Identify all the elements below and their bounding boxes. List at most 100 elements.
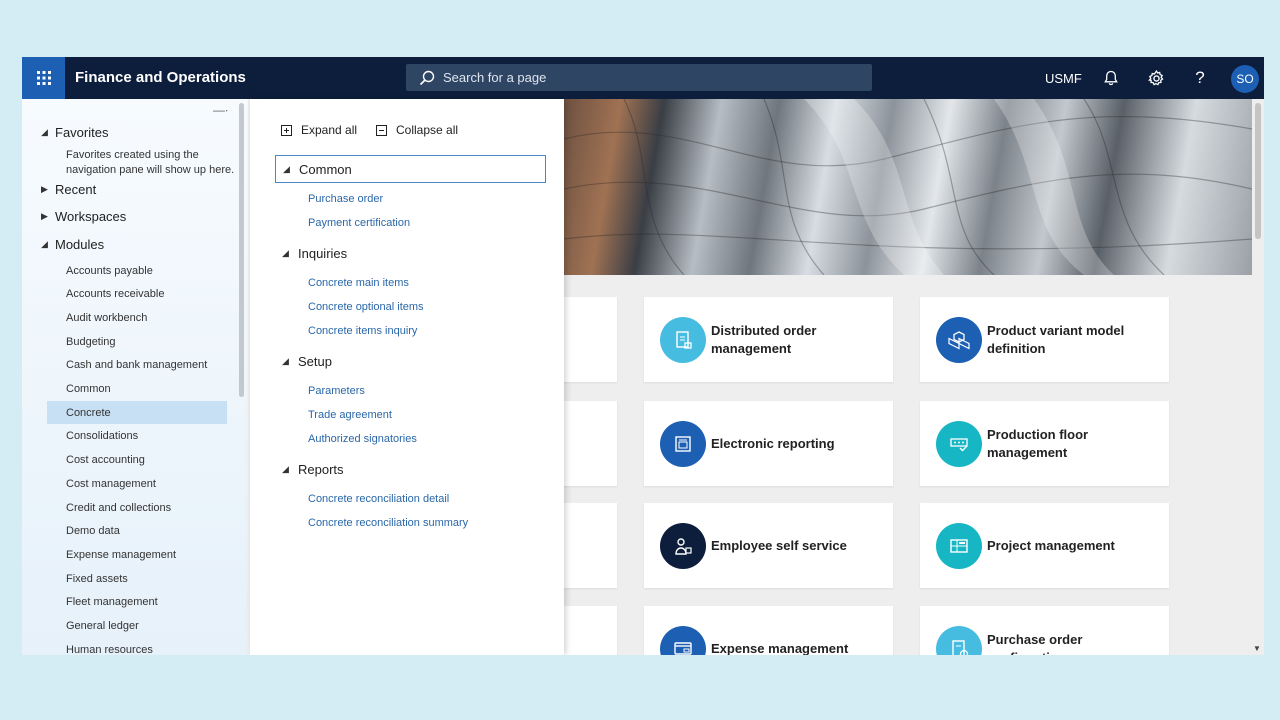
cubes-icon (936, 317, 982, 363)
nav-section-favorites[interactable]: ◢ Favorites (41, 125, 108, 140)
module-flyout-menu: Expand all Collapse all ◢ Common Purchase … (250, 99, 564, 655)
tile-label: Employee self service (711, 537, 847, 553)
module-item[interactable]: Cash and bank management (47, 354, 227, 377)
search-icon (419, 70, 435, 85)
workspace-tile[interactable]: Electronic reporting (644, 401, 893, 486)
pin-icon[interactable]: —∙ (213, 103, 228, 117)
hero-banner-image (564, 99, 1252, 275)
collapse-triangle-icon: ◢ (41, 239, 48, 249)
flyout-menu-link[interactable]: Trade agreement (308, 409, 392, 421)
collapse-triangle-icon: ◢ (41, 127, 48, 137)
flyout-menu-link[interactable]: Payment certification (308, 217, 410, 229)
module-item[interactable]: Demo data (47, 520, 227, 543)
workspace-tile[interactable]: Employee self service (644, 503, 893, 588)
expand-all-button[interactable]: Expand all (281, 123, 357, 137)
flyout-menu-link[interactable]: Concrete items inquiry (308, 325, 417, 337)
flyout-menu-link[interactable]: Concrete optional items (308, 301, 424, 313)
scroll-down-arrow-icon[interactable]: ▼ (1253, 644, 1261, 653)
app-window: Finance and Operations USMF ? SO (22, 57, 1264, 655)
search-input[interactable] (443, 70, 843, 85)
report-document-icon (660, 421, 706, 467)
collapse-all-label: Collapse all (396, 123, 459, 137)
module-item[interactable]: General ledger (47, 615, 227, 638)
module-item[interactable]: Expense management (47, 543, 227, 566)
workspace-tile[interactable]: Expense management (644, 606, 893, 655)
flyout-group-header[interactable]: ◢ Reports (275, 455, 546, 483)
project-board-icon (936, 523, 982, 569)
collapse-all-icon (376, 124, 387, 136)
expand-all-icon (281, 124, 292, 136)
module-item[interactable]: Accounts receivable (47, 283, 227, 306)
workspace-tile[interactable]: Distributed order management (644, 297, 893, 382)
nav-section-label: Favorites (55, 125, 109, 140)
module-item[interactable]: Common (47, 378, 227, 401)
module-item[interactable]: Accounts payable (47, 259, 227, 282)
collapse-triangle-icon: ◢ (283, 163, 290, 174)
expand-triangle-icon: ▶ (41, 211, 48, 221)
tile-label: Electronic reporting (711, 435, 835, 451)
flyout-group-title: Setup (298, 353, 332, 369)
company-selector[interactable]: USMF (1045, 71, 1082, 86)
bell-icon (1104, 70, 1118, 86)
nav-section-workspaces[interactable]: ▶ Workspaces (41, 209, 126, 224)
search-box[interactable] (406, 64, 872, 91)
waffle-icon (36, 71, 51, 85)
avatar[interactable]: SO (1231, 65, 1259, 93)
module-item[interactable]: Audit workbench (47, 306, 227, 329)
app-launcher-button[interactable] (22, 57, 65, 99)
top-bar: Finance and Operations USMF ? SO (22, 57, 1264, 99)
navigation-pane: —∙ ◢ Favorites Favorites created using t… (22, 99, 248, 655)
app-title[interactable]: Finance and Operations (75, 69, 246, 86)
expand-triangle-icon: ▶ (41, 184, 48, 194)
notifications-button[interactable] (1101, 68, 1121, 88)
collapse-triangle-icon: ◢ (282, 355, 289, 366)
nav-section-modules[interactable]: ◢ Modules (41, 237, 104, 252)
tile-label: Production floor management (987, 426, 1089, 460)
flyout-menu-link[interactable]: Concrete reconciliation summary (308, 517, 468, 529)
flyout-group-title: Reports (298, 461, 344, 477)
collapse-all-button[interactable]: Collapse all (376, 123, 458, 137)
nav-section-label: Workspaces (55, 209, 127, 224)
flyout-menu-link[interactable]: Concrete reconciliation detail (308, 493, 449, 505)
flyout-group-header[interactable]: ◢ Inquiries (275, 239, 546, 267)
flyout-group-title: Common (299, 161, 352, 177)
module-item[interactable]: Fleet management (47, 591, 227, 614)
factory-floor-icon (936, 421, 982, 467)
flyout-menu-link[interactable]: Concrete main items (308, 277, 409, 289)
workspace-tile[interactable]: Product variant model definition (920, 297, 1169, 382)
module-item[interactable]: Human resources (47, 638, 227, 655)
favorites-note: Favorites created using the navigation p… (66, 149, 235, 176)
gear-icon (1147, 69, 1163, 86)
scrollbar-thumb[interactable] (1255, 103, 1261, 239)
person-icon (660, 523, 706, 569)
workspace-tile[interactable]: Purchase order confirmation (920, 606, 1169, 655)
collapse-triangle-icon: ◢ (282, 247, 289, 258)
module-item[interactable]: Cost accounting (47, 449, 227, 472)
nav-section-recent[interactable]: ▶ Recent (41, 182, 96, 197)
question-mark-icon: ? (1195, 68, 1205, 87)
settings-button[interactable] (1146, 68, 1166, 88)
tile-label: Expense management (711, 640, 849, 656)
module-item[interactable]: Budgeting (47, 330, 227, 353)
content-scrollbar[interactable]: ▼ (1252, 99, 1264, 655)
tile-label: Distributed order management (711, 322, 817, 356)
flyout-menu-link[interactable]: Purchase order (308, 193, 383, 205)
workspace-tile[interactable]: Production floor management (920, 401, 1169, 486)
flyout-menu-link[interactable]: Parameters (308, 385, 365, 397)
workspace-tile[interactable]: Project management (920, 503, 1169, 588)
nav-section-label: Recent (55, 182, 97, 197)
module-item[interactable]: Cost management (47, 472, 227, 495)
expand-all-label: Expand all (301, 123, 358, 137)
flyout-group-title: Inquiries (298, 245, 348, 261)
module-item[interactable]: Credit and collections (47, 496, 227, 519)
flyout-menu-link[interactable]: Authorized signatories (308, 433, 417, 445)
help-button[interactable]: ? (1190, 68, 1210, 88)
module-item[interactable]: Consolidations (47, 425, 227, 448)
expense-card-icon (660, 626, 706, 655)
flyout-group-header[interactable]: ◢ Setup (275, 347, 546, 375)
order-document-icon (936, 626, 982, 655)
module-item[interactable]: Concrete (47, 401, 227, 425)
tile-label: Product variant model definition (987, 322, 1125, 356)
flyout-group-header[interactable]: ◢ Common (275, 155, 546, 183)
module-item[interactable]: Fixed assets (47, 567, 227, 590)
